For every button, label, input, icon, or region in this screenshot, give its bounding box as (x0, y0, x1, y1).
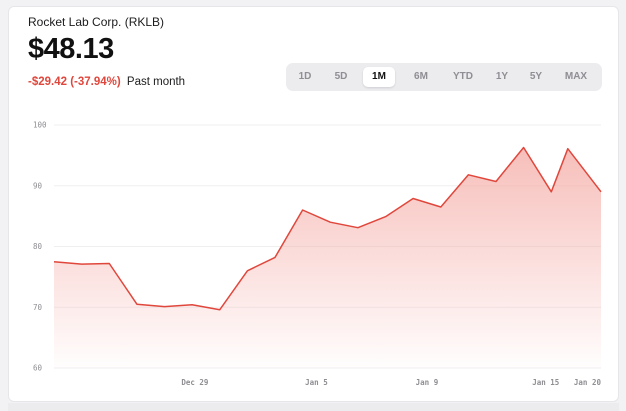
x-tick-label: Jan 9 (416, 378, 439, 387)
y-tick-label: 100 (33, 121, 47, 130)
y-tick-label: 80 (33, 242, 43, 251)
price-chart: 100 90 80 70 60 Dec 29 Jan 5 Jan 9 Jan 15 Jan 20 (33, 121, 602, 387)
y-tick-label: 60 (33, 364, 43, 373)
x-tick-label: Jan 5 (305, 378, 328, 387)
x-tick-label: Dec 29 (181, 378, 209, 387)
x-tick-label: Jan 15 (532, 378, 559, 387)
footer-bar (8, 403, 619, 411)
stock-card: Rocket Lab Corp. (RKLB) $48.13 -$29.42 (… (8, 6, 619, 402)
x-tick-label: Jan 20 (574, 378, 602, 387)
y-tick-label: 90 (33, 181, 43, 190)
price-area-fill (54, 147, 601, 368)
y-tick-label: 70 (33, 303, 43, 312)
